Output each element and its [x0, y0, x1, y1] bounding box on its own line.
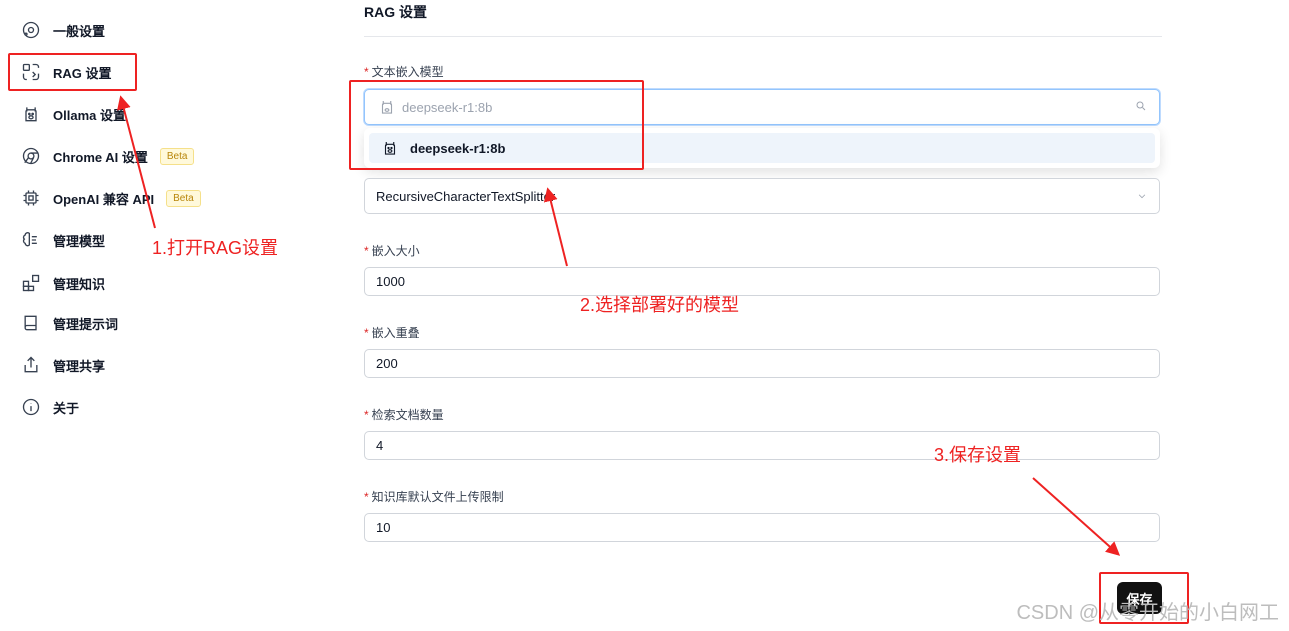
- sidebar-item-prompts[interactable]: 管理提示词: [20, 311, 118, 335]
- input-value: 10: [376, 520, 391, 535]
- sidebar: 一般设置 RAG 设置 Ollama 设置 Chrome AI 设置 Beta …: [0, 0, 330, 631]
- annotation-step2: 2.选择部署好的模型: [580, 295, 740, 315]
- sidebar-item-label: OpenAI 兼容 API: [53, 191, 155, 207]
- required-mark: *: [364, 244, 369, 258]
- chunk-overlap-input[interactable]: 200: [364, 349, 1160, 378]
- sidebar-item-general[interactable]: 一般设置: [20, 18, 105, 42]
- watermark: CSDN @从零开始的小白网工: [1016, 602, 1279, 624]
- sidebar-item-label: Chrome AI 设置: [53, 149, 148, 165]
- search-icon: [1136, 101, 1146, 111]
- sidebar-item-share[interactable]: 管理共享: [20, 353, 105, 377]
- divider: [364, 36, 1162, 37]
- retrieval-count-input[interactable]: 4: [364, 431, 1160, 460]
- upload-limit-input[interactable]: 10: [364, 513, 1160, 542]
- chunk-size-label: * 嵌入大小: [364, 242, 420, 259]
- annotation-box-model: [349, 80, 644, 170]
- beta-badge: Beta: [166, 189, 201, 207]
- share-icon: [20, 354, 42, 376]
- required-mark: *: [364, 65, 369, 79]
- label-text: 检索文档数量: [371, 408, 444, 422]
- chunk-overlap-label: * 嵌入重叠: [364, 324, 420, 341]
- text-splitter-select[interactable]: RecursiveCharacterTextSplitter: [364, 178, 1160, 214]
- label-text: 嵌入重叠: [371, 326, 420, 340]
- retrieval-count-label: * 检索文档数量: [364, 406, 444, 423]
- input-value: 4: [376, 438, 384, 453]
- sidebar-item-label: 一般设置: [53, 23, 106, 39]
- annotation-step1: 1.打开RAG设置: [152, 238, 279, 258]
- required-mark: *: [364, 408, 369, 422]
- input-value: 200: [376, 356, 398, 371]
- book-icon: [20, 312, 42, 334]
- sidebar-item-chrome-ai[interactable]: Chrome AI 设置 Beta: [20, 144, 195, 168]
- sidebar-item-openai[interactable]: OpenAI 兼容 API Beta: [20, 186, 201, 210]
- brain-icon: [20, 229, 42, 251]
- annotation-step3: 3.保存设置: [934, 445, 1022, 465]
- info-icon: [20, 396, 42, 418]
- upload-limit-label: * 知识库默认文件上传限制: [364, 488, 504, 505]
- llama-icon: [20, 103, 42, 125]
- chrome-icon: [20, 145, 42, 167]
- label-text: 嵌入大小: [371, 244, 420, 258]
- annotation-box-rag: [8, 53, 137, 91]
- sidebar-item-label: 管理提示词: [53, 316, 119, 332]
- chunk-size-input[interactable]: 1000: [364, 267, 1160, 296]
- settings-icon: [20, 19, 42, 41]
- page-title: RAG 设置: [364, 4, 427, 20]
- sidebar-item-models[interactable]: 管理模型: [20, 228, 105, 252]
- label-text: 知识库默认文件上传限制: [371, 490, 504, 504]
- sidebar-item-label: 关于: [53, 400, 80, 416]
- text-splitter-value: RecursiveCharacterTextSplitter: [376, 188, 556, 204]
- required-mark: *: [364, 490, 369, 504]
- sidebar-item-knowledge[interactable]: 管理知识: [20, 271, 105, 295]
- beta-badge: Beta: [159, 147, 195, 165]
- sidebar-item-label: Ollama 设置: [53, 107, 126, 123]
- input-value: 1000: [376, 274, 405, 289]
- required-mark: *: [364, 326, 369, 340]
- blocks-icon: [20, 272, 42, 294]
- embedding-model-label: * 文本嵌入模型: [364, 63, 444, 80]
- sidebar-item-label: 管理知识: [53, 276, 106, 292]
- sidebar-item-label: 管理模型: [53, 233, 106, 249]
- sidebar-item-about[interactable]: 关于: [20, 395, 79, 419]
- chevron-down-icon: [1138, 194, 1146, 199]
- sidebar-item-label: 管理共享: [53, 358, 106, 374]
- chip-icon: [20, 187, 42, 209]
- sidebar-item-ollama[interactable]: Ollama 设置: [20, 102, 126, 126]
- label-text: 文本嵌入模型: [371, 65, 444, 79]
